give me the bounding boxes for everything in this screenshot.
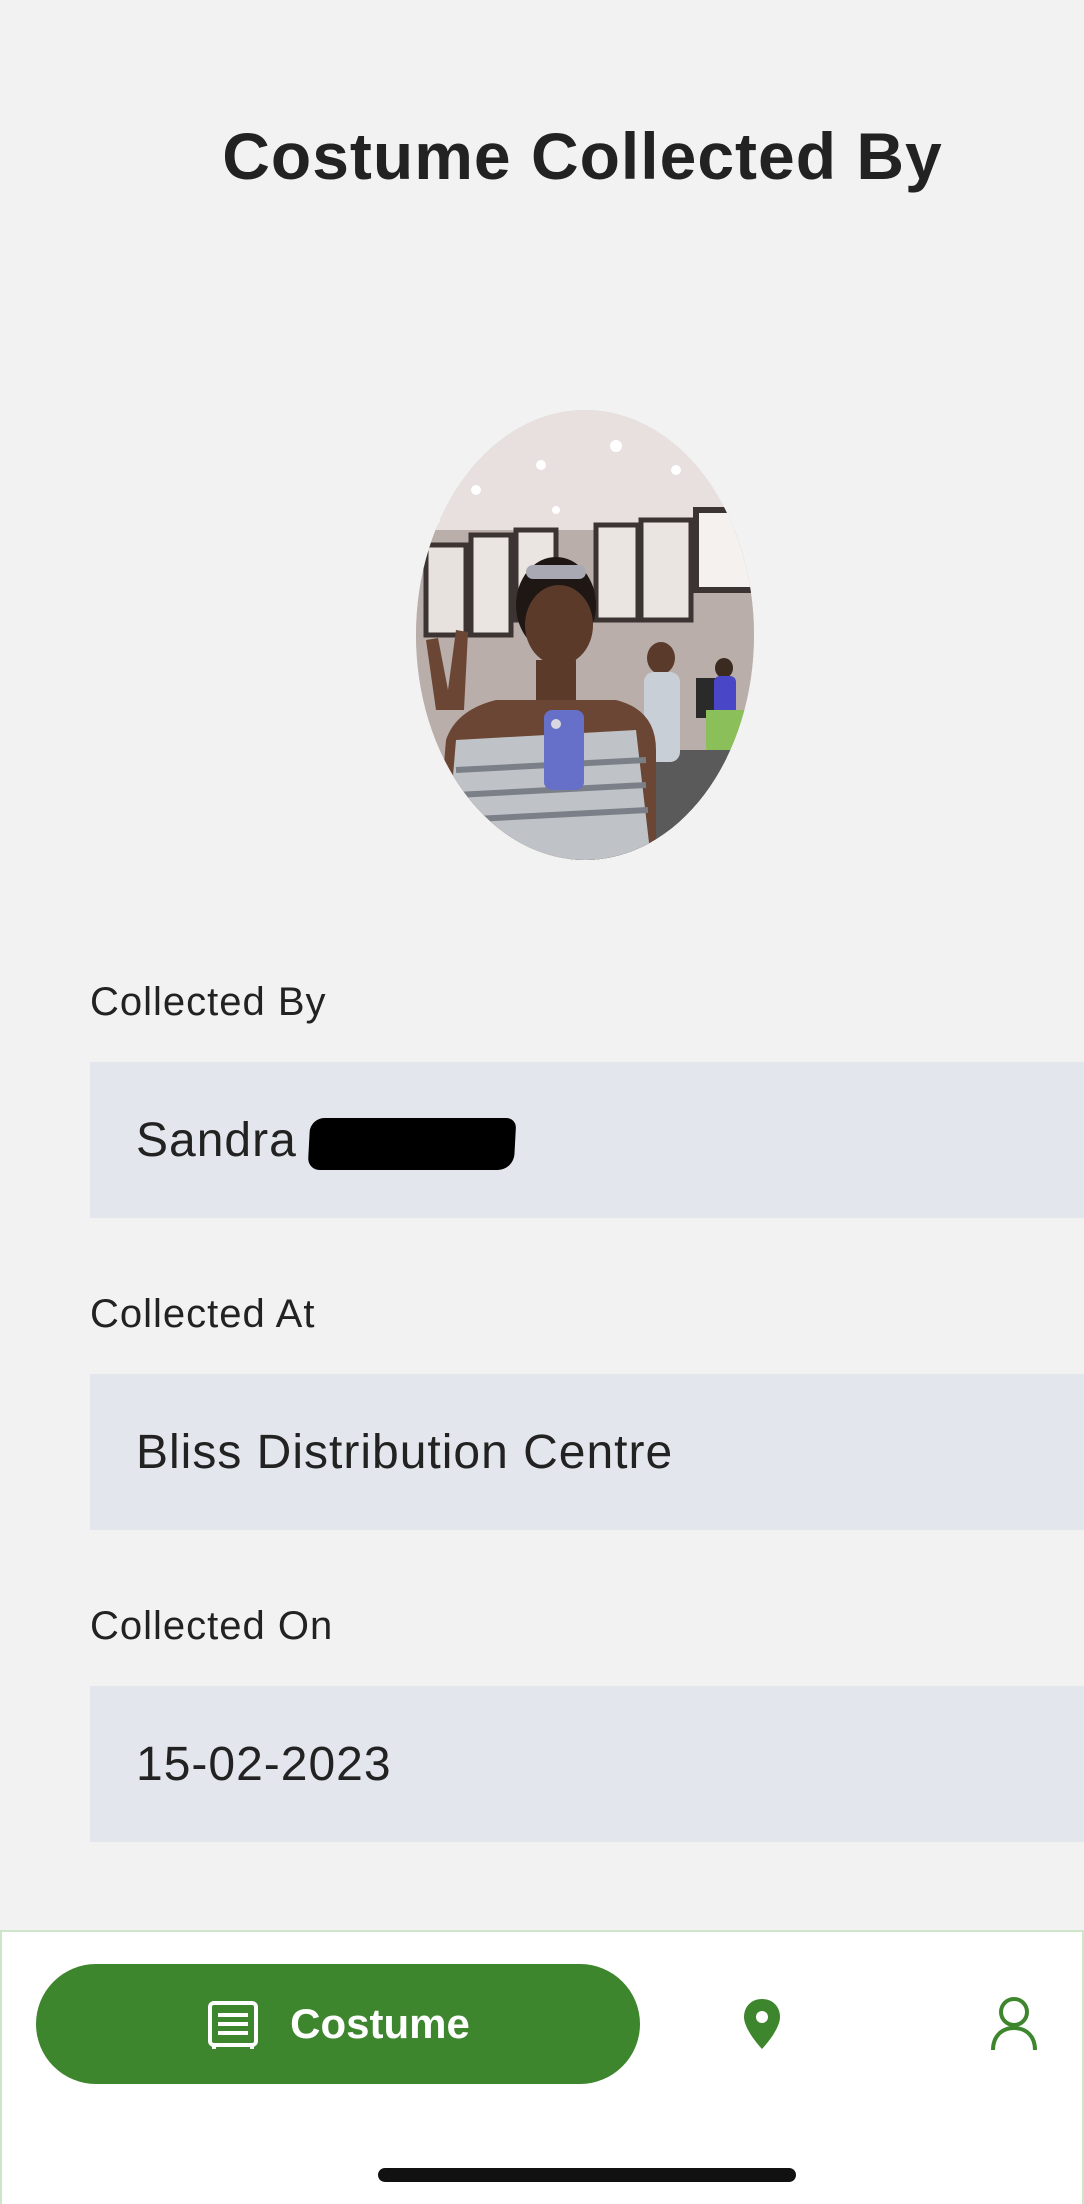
collector-photo xyxy=(416,410,754,860)
collected-by-label: Collected By xyxy=(90,980,327,1024)
collected-on-label: Collected On xyxy=(90,1604,334,1648)
list-doc-icon xyxy=(208,2001,259,2049)
collected-by-field: Sandra xyxy=(90,1062,1084,1218)
page: Costume Collected By Collected By Sandra… xyxy=(0,0,1084,2204)
collected-at-label: Collected At xyxy=(90,1292,316,1336)
nav-location-button[interactable] xyxy=(722,1984,802,2064)
collected-at-value: Bliss Distribution Centre xyxy=(136,1425,674,1479)
page-title: Costume Collected By xyxy=(222,119,943,193)
collected-on-field: 15-02-2023 xyxy=(90,1686,1084,1842)
nav-profile-button[interactable] xyxy=(974,1984,1054,2064)
nav-costume-label: Costume xyxy=(290,2000,470,2047)
location-pin-icon xyxy=(744,1999,780,2049)
person-icon xyxy=(991,1997,1037,2051)
collected-by-value: Sandra xyxy=(136,1113,297,1167)
redaction-mark xyxy=(307,1118,517,1170)
collected-on-value: 15-02-2023 xyxy=(136,1737,392,1791)
home-indicator[interactable] xyxy=(378,2168,796,2182)
nav-costume-button[interactable]: Costume xyxy=(36,1964,640,2084)
collector-photo-image xyxy=(416,410,754,860)
collected-at-field: Bliss Distribution Centre xyxy=(90,1374,1084,1530)
bottom-nav: Costume xyxy=(0,1930,1084,2204)
